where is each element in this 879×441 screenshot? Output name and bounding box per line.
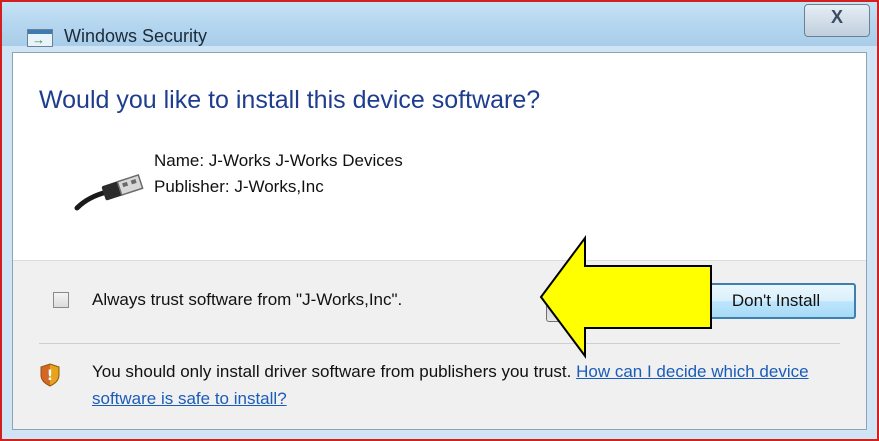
divider (39, 343, 840, 344)
install-button[interactable]: Install (546, 288, 702, 322)
windows-security-icon: → (27, 29, 53, 47)
device-name: Name: J-Works J-Works Devices (154, 151, 403, 170)
always-trust-label[interactable]: Always trust software from "J-Works,Inc"… (92, 290, 402, 310)
svg-text:!: ! (47, 368, 53, 384)
stage: → Windows Security X Would you like to i… (0, 0, 879, 441)
warning-text: You should only install driver software … (92, 362, 577, 381)
close-icon: X (830, 7, 843, 27)
window-title: Windows Security (64, 26, 208, 46)
warning-message: You should only install driver software … (92, 358, 852, 412)
dialog-body: Would you like to install this device so… (12, 52, 867, 430)
security-shield-icon: ! (40, 363, 60, 387)
always-trust-checkbox[interactable] (53, 292, 69, 308)
dialog-main-panel: Would you like to install this device so… (13, 53, 866, 261)
dialog-heading: Would you like to install this device so… (39, 86, 541, 114)
usb-connector-icon (74, 173, 144, 211)
dont-install-button[interactable]: Don't Install (696, 283, 856, 319)
device-publisher: Publisher: J-Works,Inc (154, 177, 324, 196)
title-bar[interactable]: → Windows Security X (2, 2, 877, 47)
device-info: Name: J-Works J-Works Devices Publisher:… (154, 148, 403, 200)
close-button[interactable]: X (804, 4, 870, 37)
